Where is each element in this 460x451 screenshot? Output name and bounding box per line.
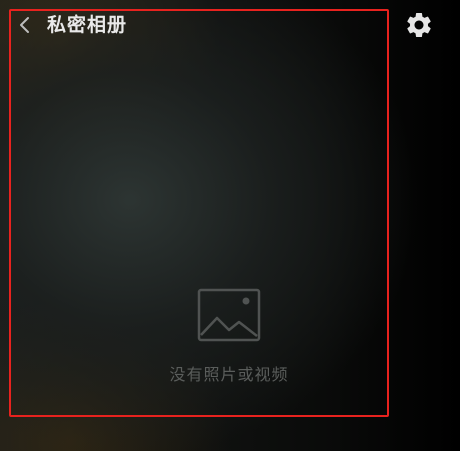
empty-state-message: 没有照片或视频 [169,365,289,384]
settings-button[interactable] [403,9,435,41]
empty-state: 没有照片或视频 [159,288,299,385]
back-button[interactable] [12,10,38,40]
image-icon [197,288,261,342]
page-title: 私密相册 [47,14,128,36]
private-album-screen: 私密相册 没有照片或视频 [0,0,460,451]
gear-icon [407,12,431,37]
chevron-left-icon [20,17,29,33]
